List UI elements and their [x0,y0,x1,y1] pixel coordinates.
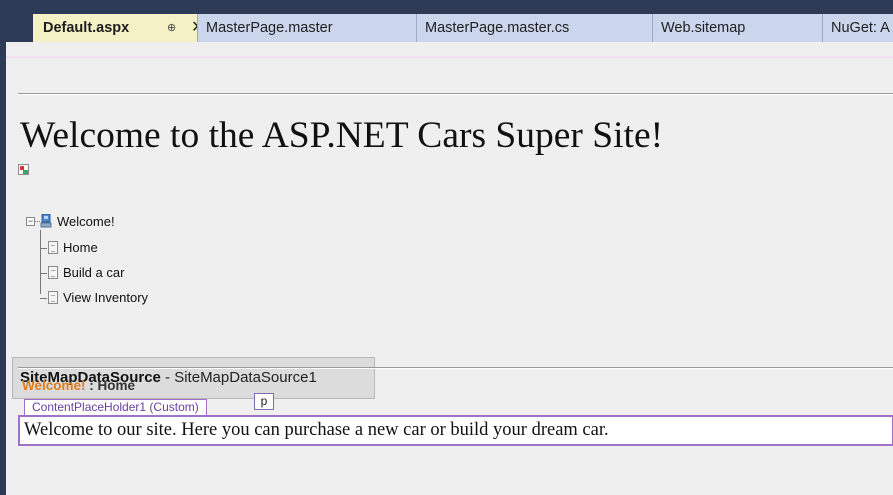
collapse-icon[interactable]: − [26,217,35,226]
tab-masterpage-master[interactable]: MasterPage.master [197,14,416,42]
pin-icon[interactable]: ⊕ [167,14,176,42]
breadcrumb-separator: : [85,378,98,393]
tree-node-label: View Inventory [63,290,149,305]
tab-label: NuGet: A [831,20,890,36]
tab-label: Default.aspx [43,20,130,36]
tab-label: MasterPage.master [206,20,333,36]
tree-node-label: Build a car [63,265,125,280]
horizontal-rule-top [18,93,893,95]
tab-label: MasterPage.master.cs [425,20,570,36]
broken-image-icon[interactable] [18,164,29,175]
paragraph-tag-marker[interactable]: p [254,393,274,410]
content-placeholder-region[interactable]: Welcome to our site. Here you can purcha… [18,415,893,446]
design-surface[interactable]: Welcome to the ASP.NET Cars Super Site! … [6,42,893,495]
content-placeholder-label[interactable]: ContentPlaceHolder1 (Custom) [24,399,207,415]
header-region [6,56,893,58]
control-id: SiteMapDataSource1 [174,369,317,386]
tree-connector [40,248,47,249]
breadcrumb-current: Home [97,378,136,393]
content-paragraph[interactable]: Welcome to our site. Here you can purcha… [24,420,609,441]
page-icon [48,291,58,304]
page-icon [48,241,58,254]
tree-connector [40,230,41,294]
tab-web-sitemap[interactable]: Web.sitemap [652,14,822,42]
tab-masterpage-master-cs[interactable]: MasterPage.master.cs [416,14,652,42]
breadcrumb-root-link[interactable]: Welcome! [22,378,86,393]
control-separator: - [160,369,175,386]
page-icon [48,266,58,279]
tree-connector [40,273,47,274]
tree-connector [40,298,47,299]
tab-label: Web.sitemap [661,20,746,36]
tab-nuget[interactable]: NuGet: A [822,14,893,42]
page-title: Welcome to the ASP.NET Cars Super Site! [20,115,664,156]
tree-node-label: Home [63,240,98,255]
site-root-icon [40,214,52,228]
tab-default-aspx[interactable]: Default.aspx ⊕ ✕ [33,14,197,42]
tree-root-label: Welcome! [57,214,115,229]
document-tab-bar: Default.aspx ⊕ ✕ MasterPage.master Maste… [0,0,893,42]
breadcrumb: Welcome! : Home [22,378,135,393]
horizontal-rule-middle [18,367,893,369]
